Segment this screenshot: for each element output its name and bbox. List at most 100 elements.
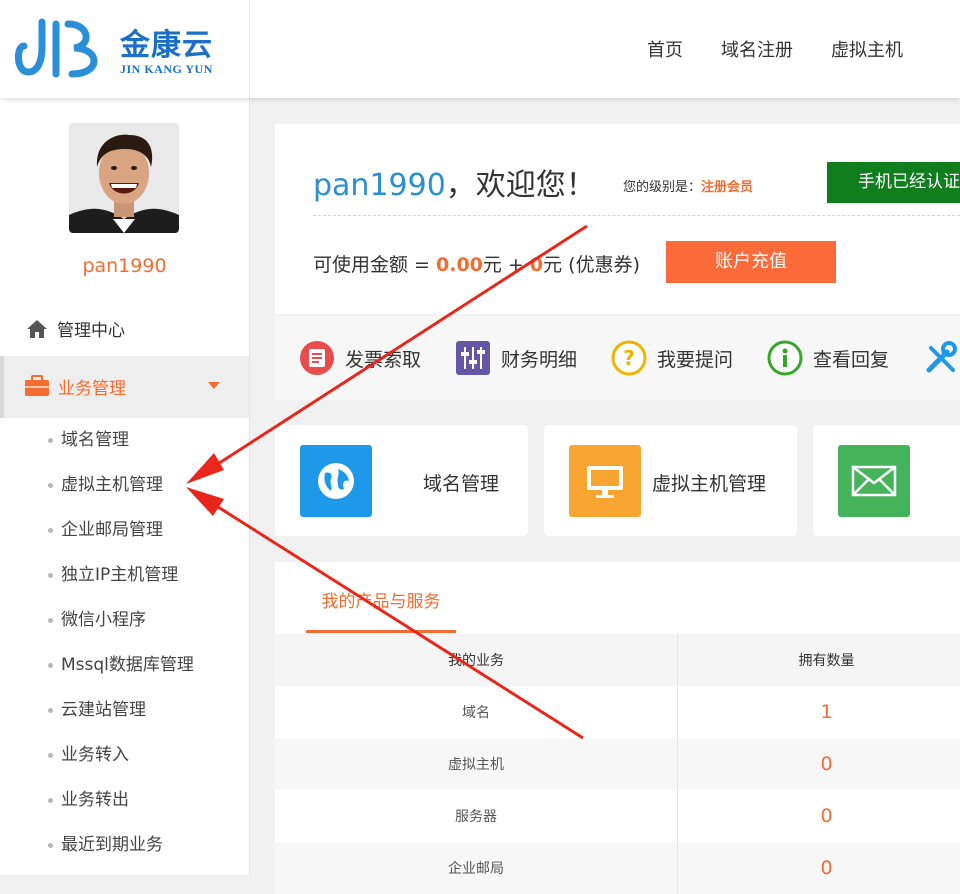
bullet-icon: [48, 798, 53, 803]
table-row[interactable]: 企业邮局 0: [275, 842, 960, 894]
quick-links-bar: 发票索取 财务明细 ? 我要提问 查看回复: [275, 316, 960, 400]
tab-my-products[interactable]: 我的产品与服务: [306, 562, 456, 633]
quick-link-invoice[interactable]: 发票索取: [299, 340, 421, 376]
tile-label: 虚拟主机管理: [652, 469, 766, 496]
column-header-count: 拥有数量: [678, 634, 960, 686]
sidebar-item-label: 业务管理: [58, 374, 126, 399]
tile-domain-management[interactable]: 域名管理: [275, 425, 528, 536]
quick-link-label: 财务明细: [501, 345, 577, 372]
row-count[interactable]: 0: [678, 790, 960, 842]
bullet-icon: [48, 528, 53, 533]
row-name: 域名: [275, 686, 678, 738]
mail-icon: [838, 445, 910, 517]
svg-text:?: ?: [623, 346, 635, 370]
submenu-item-expiring[interactable]: 最近到期业务: [0, 823, 249, 868]
products-panel: 我的产品与服务 我的业务 拥有数量 域名 1 虚拟主机 0 服务器 0 企业邮局…: [275, 562, 960, 882]
level-prefix: 您的级别是：: [623, 180, 701, 195]
submenu-item-transfer-out[interactable]: 业务转出: [0, 778, 249, 823]
submenu-item-mail[interactable]: 企业邮局管理: [0, 508, 249, 553]
tile-mail[interactable]: [813, 425, 960, 536]
submenu-item-mssql[interactable]: Mssql数据库管理: [0, 643, 249, 688]
bullet-icon: [48, 618, 53, 623]
globe-icon: [300, 445, 372, 517]
submenu-label: 业务转出: [61, 790, 129, 810]
sidebar: pan1990 管理中心 业务管理 域名管理 虚拟主机管理 企业邮局管理 独立I…: [0, 98, 250, 875]
bullet-icon: [48, 573, 53, 578]
sliders-icon: [455, 340, 491, 376]
phone-verified-button[interactable]: 手机已经认证: [827, 162, 960, 203]
row-count[interactable]: 0: [678, 738, 960, 790]
table-row[interactable]: 域名 1: [275, 686, 960, 738]
table-row[interactable]: 虚拟主机 0: [275, 738, 960, 790]
nav-home[interactable]: 首页: [647, 36, 683, 62]
monitor-icon: [569, 445, 641, 517]
tile-label: 域名管理: [423, 469, 499, 496]
sidebar-username[interactable]: pan1990: [0, 255, 249, 277]
logo[interactable]: 金康云 JIN KANG YUN: [0, 0, 250, 98]
quick-link-ask[interactable]: ? 我要提问: [611, 340, 733, 376]
recharge-button[interactable]: 账户充值: [666, 241, 836, 283]
home-icon: [26, 319, 48, 339]
sidebar-item-label: 管理中心: [57, 316, 125, 341]
welcome-card: pan1990，欢迎您！ 您的级别是：注册会员 手机已经认证 可使用金额 = 0…: [275, 124, 960, 314]
submenu-label: 虚拟主机管理: [61, 475, 163, 495]
chevron-down-icon: [208, 382, 220, 389]
bullet-icon: [48, 843, 53, 848]
welcome-greeting: ，欢迎您！: [446, 168, 596, 203]
avatar-image: [69, 123, 179, 233]
quick-link-label: 发票索取: [345, 345, 421, 372]
balance-amount: 0.00: [436, 254, 483, 276]
submenu-item-transfer-in[interactable]: 业务转入: [0, 733, 249, 778]
divider: [313, 215, 960, 216]
nav-domain-register[interactable]: 域名注册: [721, 36, 793, 62]
row-name: 服务器: [275, 790, 678, 842]
submenu-label: 最近到期业务: [61, 835, 163, 855]
row-count[interactable]: 1: [678, 686, 960, 738]
balance-suffix: 元 (优惠券): [543, 254, 640, 276]
top-nav: 首页 域名注册 虚拟主机: [647, 36, 941, 62]
submenu-item-wechat-miniprogram[interactable]: 微信小程序: [0, 598, 249, 643]
submenu-label: 域名管理: [61, 430, 129, 450]
balance-mid: 元 +: [483, 254, 530, 276]
column-header-business: 我的业务: [275, 634, 678, 686]
submenu-label: 企业邮局管理: [61, 520, 163, 540]
submenu-label: 云建站管理: [61, 700, 146, 720]
sidebar-item-management-center[interactable]: 管理中心: [26, 316, 125, 341]
quick-link-finance[interactable]: 财务明细: [455, 340, 577, 376]
bullet-icon: [48, 483, 53, 488]
balance-prefix: 可使用金额 =: [313, 254, 436, 276]
quick-link-label: 查看回复: [813, 345, 889, 372]
submenu-label: 微信小程序: [61, 610, 146, 630]
logo-mark-icon: [14, 16, 114, 82]
submenu-item-virtual-host[interactable]: 虚拟主机管理: [0, 463, 249, 508]
quick-link-label: 我要提问: [657, 345, 733, 372]
submenu-item-site-builder[interactable]: 云建站管理: [0, 688, 249, 733]
nav-virtual-host[interactable]: 虚拟主机: [831, 36, 903, 62]
welcome-title: pan1990，欢迎您！: [313, 160, 596, 204]
bullet-icon: [48, 438, 53, 443]
member-level: 您的级别是：注册会员: [623, 176, 753, 195]
tile-virtual-host-management[interactable]: 虚拟主机管理: [544, 425, 797, 536]
invoice-icon: [299, 340, 335, 376]
bullet-icon: [48, 753, 53, 758]
welcome-username: pan1990: [313, 168, 446, 203]
submenu-label: 业务转入: [61, 745, 129, 765]
row-count[interactable]: 0: [678, 842, 960, 894]
briefcase-icon: [24, 374, 50, 398]
table-row[interactable]: 服务器 0: [275, 790, 960, 842]
quick-link-replies[interactable]: 查看回复: [767, 340, 889, 376]
products-table: 我的业务 拥有数量 域名 1 虚拟主机 0 服务器 0 企业邮局 0: [275, 634, 960, 894]
avatar[interactable]: [69, 123, 179, 233]
site-header: 金康云 JIN KANG YUN 首页 域名注册 虚拟主机: [0, 0, 960, 98]
tools-icon: [923, 340, 959, 376]
submenu-label: 独立IP主机管理: [61, 565, 178, 585]
submenu-item-dedicated-ip[interactable]: 独立IP主机管理: [0, 553, 249, 598]
quick-link-tools[interactable]: [923, 340, 960, 376]
submenu-item-domain[interactable]: 域名管理: [0, 418, 249, 463]
logo-subtitle: JIN KANG YUN: [120, 62, 213, 77]
coupon-amount: 0: [530, 254, 543, 276]
row-name: 虚拟主机: [275, 738, 678, 790]
table-header-row: 我的业务 拥有数量: [275, 634, 960, 686]
sidebar-item-business-management[interactable]: 业务管理: [0, 356, 249, 418]
row-name: 企业邮局: [275, 842, 678, 894]
